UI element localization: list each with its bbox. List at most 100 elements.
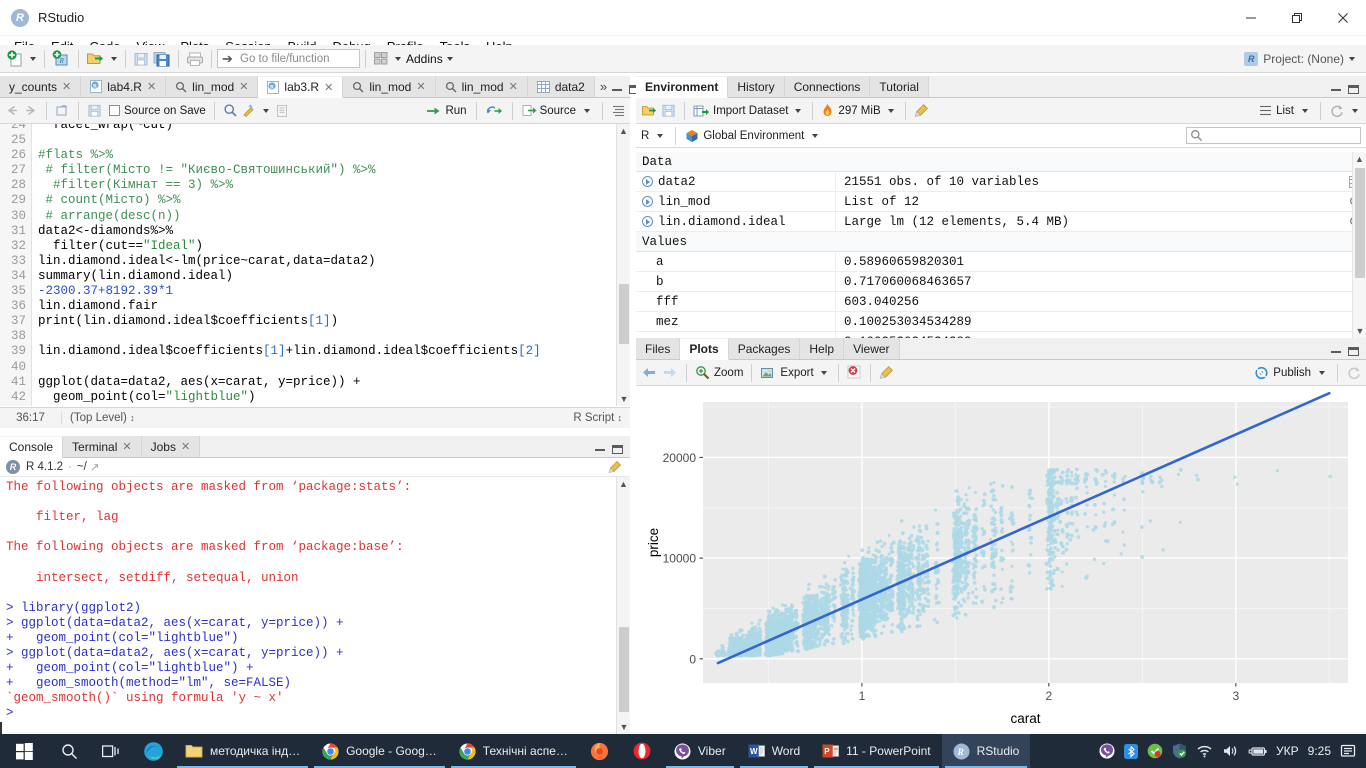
code-scope-selector[interactable]: (Top Level) ↕ — [62, 412, 135, 424]
publish-button[interactable]: Publish — [1254, 366, 1311, 380]
view-mode-label[interactable]: List — [1276, 105, 1294, 117]
taskbar-app-chrome-tech[interactable]: Технічні аспе… — [448, 734, 579, 768]
list-view-icon[interactable] — [1259, 105, 1272, 116]
plots-tab-help[interactable]: Help — [800, 338, 845, 359]
new-file-button[interactable] — [5, 48, 26, 70]
refresh-plot-icon[interactable] — [1347, 366, 1361, 380]
environment-row[interactable]: lin_mod List of 12 — [636, 192, 1366, 212]
source-tab-lab3-r[interactable]: Rlab3.R ✕ — [258, 77, 344, 98]
taskbar-app-rstudio[interactable]: R RStudio — [941, 734, 1031, 768]
expand-object-icon[interactable] — [642, 216, 653, 227]
close-tab-icon[interactable]: ✕ — [509, 80, 518, 93]
wifi-icon[interactable] — [1196, 744, 1213, 758]
environment-row[interactable]: lin.diamond.ideal Large lm (12 elements, … — [636, 212, 1366, 232]
environment-row[interactable]: mez 0.100253034534289 — [636, 312, 1366, 332]
environment-vertical-scrollbar[interactable]: ▲ ▼ — [1352, 152, 1366, 338]
remove-plot-icon[interactable] — [847, 365, 862, 380]
defender-icon[interactable] — [1172, 743, 1187, 759]
maximize-pane-button[interactable] — [1348, 347, 1359, 356]
maximize-pane-button[interactable] — [612, 445, 623, 454]
task-view-icon[interactable] — [90, 734, 132, 768]
source-options-icon[interactable] — [612, 104, 625, 117]
code-text[interactable]: facet_wrap(~cut) #flats %>% # filter(Міс… — [32, 124, 630, 406]
source-on-save-checkbox[interactable]: Source on Save — [109, 105, 206, 117]
save-workspace-icon[interactable] — [661, 103, 676, 118]
console-tab-jobs[interactable]: Jobs ✕ — [141, 436, 201, 457]
expand-object-icon[interactable] — [642, 176, 653, 187]
viber-tray-icon[interactable] — [1099, 743, 1115, 759]
shield-green-icon[interactable] — [1147, 743, 1163, 759]
language-caret[interactable] — [657, 133, 664, 138]
battery-icon[interactable] — [1248, 745, 1267, 758]
new-file-dropdown-caret[interactable] — [30, 56, 36, 61]
re-run-icon[interactable] — [486, 105, 503, 117]
bluetooth-icon[interactable] — [1124, 743, 1139, 759]
document-type-selector[interactable]: R Script ↕ — [573, 412, 630, 424]
source-tab-data2[interactable]: data2 — [527, 76, 595, 97]
scroll-down-arrow[interactable]: ▼ — [617, 393, 631, 405]
open-file-dropdown-caret[interactable] — [111, 56, 117, 61]
clear-environment-icon[interactable] — [914, 103, 929, 118]
open-file-button[interactable] — [84, 48, 107, 70]
print-button[interactable] — [184, 48, 206, 70]
global-environment-caret[interactable] — [812, 133, 819, 138]
previous-plot-icon[interactable] — [641, 366, 658, 379]
project-selector[interactable]: R Project: (None) — [1244, 51, 1358, 66]
taskbar-app-chrome-google[interactable]: Google - Goog… — [311, 734, 448, 768]
minimize-pane-button[interactable] — [612, 88, 623, 91]
console-vertical-scrollbar[interactable]: ▲ ▼ — [616, 477, 630, 734]
refresh-caret[interactable] — [1352, 108, 1358, 113]
plots-tab-viewer[interactable]: Viewer — [844, 338, 900, 359]
close-tab-icon[interactable]: ✕ — [147, 80, 156, 93]
source-tab-lab4-r[interactable]: Rlab4.R ✕ — [81, 76, 167, 97]
new-project-button[interactable]: R — [50, 48, 73, 70]
environment-row[interactable]: a 0.58960659820301 — [636, 252, 1366, 272]
publish-caret[interactable] — [1319, 370, 1325, 375]
minimize-pane-button[interactable] — [1331, 88, 1341, 91]
memory-caret[interactable] — [887, 108, 894, 113]
taskbar-app-powerpoint[interactable]: P 11 - PowerPoint — [811, 734, 942, 768]
environment-search-input[interactable] — [1186, 127, 1361, 144]
environment-tab-connections[interactable]: Connections — [784, 76, 871, 97]
code-editor[interactable]: 24 25 26 27 28 29 30 31 32 33 34 35 36 3… — [0, 124, 630, 406]
view-mode-caret[interactable] — [1302, 108, 1308, 113]
env-scroll-up-arrow[interactable]: ▲ — [1353, 153, 1366, 165]
source-button[interactable]: Source — [522, 104, 576, 117]
source-tabs-overflow-icon[interactable]: » — [595, 76, 612, 97]
taskbar-app-opera[interactable] — [621, 734, 663, 768]
console-output[interactable]: The following objects are masked from ‘p… — [0, 477, 630, 734]
addins-button[interactable]: Addins — [406, 52, 443, 66]
goto-file-function-input[interactable]: ➔ Go to file/function — [217, 49, 360, 68]
working-directory-link-icon[interactable]: ↗ — [90, 460, 100, 474]
minimize-pane-button[interactable] — [1331, 350, 1341, 353]
scrollbar-thumb[interactable] — [619, 284, 629, 344]
zoom-plot-button[interactable]: Zoom — [695, 365, 743, 380]
document-outline-icon[interactable] — [275, 104, 289, 118]
close-tab-icon[interactable]: ✕ — [122, 440, 131, 453]
language-indicator[interactable]: УКР — [1276, 744, 1299, 758]
environment-row[interactable]: fff 603.040256 — [636, 292, 1366, 312]
import-dataset-button[interactable]: Import Dataset — [693, 104, 788, 118]
source-tab-y-counts[interactable]: y_counts ✕ — [0, 76, 82, 97]
code-tools-caret[interactable] — [262, 108, 269, 113]
import-dataset-caret[interactable] — [795, 108, 802, 113]
run-button[interactable]: Run — [426, 105, 467, 117]
console-tab-terminal[interactable]: Terminal ✕ — [63, 436, 142, 457]
code-tools-icon[interactable] — [241, 103, 256, 118]
close-tab-icon[interactable]: ✕ — [239, 80, 248, 93]
console-scroll-down-arrow[interactable]: ▼ — [617, 721, 631, 733]
save-button[interactable] — [131, 48, 151, 70]
close-tab-icon[interactable]: ✕ — [181, 440, 190, 453]
source-caret[interactable] — [584, 108, 590, 113]
env-scrollbar-thumb[interactable] — [1355, 168, 1365, 278]
environment-tab-history[interactable]: History — [728, 76, 785, 97]
addins-caret[interactable] — [446, 56, 453, 61]
export-plot-button[interactable]: Export — [760, 366, 814, 380]
plots-tab-packages[interactable]: Packages — [728, 338, 801, 359]
workspace-panes-button[interactable] — [371, 48, 391, 70]
plot-canvas[interactable]: 0 10000 20000 1 2 3 carat price — [636, 390, 1366, 734]
back-arrow-icon[interactable] — [5, 104, 20, 117]
plots-tab-files[interactable]: Files — [636, 338, 681, 359]
console-scrollbar-thumb[interactable] — [619, 627, 629, 712]
close-window-button[interactable] — [1320, 0, 1366, 36]
